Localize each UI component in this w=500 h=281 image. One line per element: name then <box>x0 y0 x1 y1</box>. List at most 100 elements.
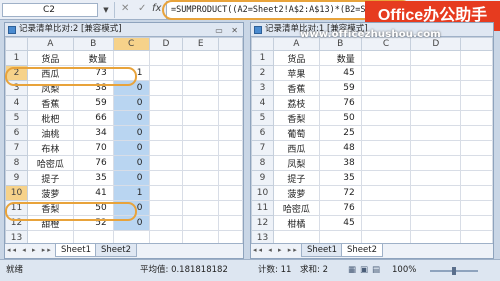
cell-c[interactable] <box>360 80 412 96</box>
cell-a[interactable]: 布林 <box>26 140 74 156</box>
cell-b[interactable]: 25 <box>318 125 362 141</box>
cell-a[interactable]: 货品 <box>26 50 74 66</box>
cell-e[interactable] <box>182 185 220 201</box>
col-header-a[interactable]: A <box>26 37 74 51</box>
cell-b[interactable]: 35 <box>318 170 362 186</box>
cell-b[interactable]: 35 <box>72 170 114 186</box>
cell-e[interactable] <box>460 110 493 126</box>
cell-a[interactable]: 苹果 <box>272 65 320 81</box>
cell-d[interactable] <box>148 170 184 186</box>
row-header[interactable]: 5 <box>5 110 28 126</box>
cell-e[interactable] <box>460 215 493 231</box>
cell-b[interactable]: 41 <box>72 185 114 201</box>
cell-f[interactable] <box>218 140 243 156</box>
window-controls[interactable]: ▭ ✕ <box>215 24 241 37</box>
cell-b[interactable]: 76 <box>318 200 362 216</box>
cell-a[interactable]: 香蕉 <box>26 95 74 111</box>
row-header[interactable]: 5 <box>251 110 274 126</box>
cell-a[interactable]: 油桃 <box>26 125 74 141</box>
cell-b[interactable]: 76 <box>72 155 114 171</box>
row-header[interactable]: 3 <box>251 80 274 96</box>
row-header[interactable]: 9 <box>251 170 274 186</box>
cell-c[interactable] <box>360 95 412 111</box>
tab-sheet1[interactable]: Sheet1 <box>301 244 343 257</box>
row-header[interactable]: 10 <box>5 185 28 201</box>
cell-b[interactable]: 数量 <box>72 50 114 66</box>
cell-c[interactable]: 0 <box>112 125 150 141</box>
cell-d[interactable] <box>410 80 462 96</box>
select-all-corner[interactable] <box>251 37 274 51</box>
cell-b[interactable]: 59 <box>318 80 362 96</box>
chevron-down-icon[interactable]: ▼ <box>100 3 112 17</box>
cell-a[interactable]: 菠萝 <box>26 185 74 201</box>
cell-c[interactable]: 0 <box>112 110 150 126</box>
cell-e[interactable] <box>460 125 493 141</box>
row-header[interactable]: 6 <box>251 125 274 141</box>
cell-e[interactable] <box>182 65 220 81</box>
cell-b[interactable]: 38 <box>318 155 362 171</box>
cell-e[interactable] <box>182 215 220 231</box>
check-icon[interactable]: ✓ <box>138 3 146 14</box>
cell-a[interactable]: 葡萄 <box>272 125 320 141</box>
cell-f[interactable] <box>218 125 243 141</box>
zoom-slider-thumb[interactable] <box>452 267 456 275</box>
cell-c[interactable] <box>360 200 412 216</box>
cell-b[interactable]: 数量 <box>318 50 362 66</box>
cell-d[interactable] <box>148 65 184 81</box>
cell-c[interactable] <box>360 170 412 186</box>
cell-d[interactable] <box>148 50 184 66</box>
cell-d[interactable] <box>410 50 462 66</box>
cell-b[interactable]: 48 <box>318 140 362 156</box>
cell-a[interactable]: 枇杷 <box>26 110 74 126</box>
cell-b[interactable]: 45 <box>318 215 362 231</box>
cell-d[interactable] <box>410 110 462 126</box>
cell-e[interactable] <box>182 110 220 126</box>
cell-c[interactable]: 0 <box>112 155 150 171</box>
cell-f[interactable] <box>218 95 243 111</box>
cell-a[interactable]: 凤梨 <box>272 155 320 171</box>
cell-b[interactable]: 34 <box>72 125 114 141</box>
cell-e[interactable] <box>460 155 493 171</box>
cell-e[interactable] <box>182 95 220 111</box>
row-header[interactable]: 4 <box>251 95 274 111</box>
cell-e[interactable] <box>460 200 493 216</box>
cell-d[interactable] <box>410 140 462 156</box>
tab-sheet2[interactable]: Sheet2 <box>95 244 137 257</box>
cell-d[interactable] <box>148 125 184 141</box>
cell-d[interactable] <box>410 215 462 231</box>
cell-d[interactable] <box>148 95 184 111</box>
cell-a[interactable]: 柑橘 <box>272 215 320 231</box>
cell-e[interactable] <box>182 155 220 171</box>
tab-navigation-icon[interactable]: ◂◂ ◂ ▸ ▸▸ <box>253 246 299 254</box>
cell-d[interactable] <box>410 125 462 141</box>
row-header[interactable]: 1 <box>251 50 274 66</box>
row-header[interactable]: 7 <box>5 140 28 156</box>
cell-c[interactable]: 0 <box>112 95 150 111</box>
cell-a[interactable]: 菠萝 <box>272 185 320 201</box>
cell-e[interactable] <box>460 170 493 186</box>
cell-f[interactable] <box>218 185 243 201</box>
cell-c[interactable] <box>360 110 412 126</box>
cell-b[interactable]: 45 <box>318 65 362 81</box>
cell-c[interactable] <box>360 185 412 201</box>
cell-a[interactable]: 提子 <box>26 170 74 186</box>
cell-a[interactable]: 提子 <box>272 170 320 186</box>
cell-e[interactable] <box>460 80 493 96</box>
cell-d[interactable] <box>148 155 184 171</box>
cell-b[interactable]: 76 <box>318 95 362 111</box>
col-header-b[interactable]: B <box>72 37 114 51</box>
cell-e[interactable] <box>182 170 220 186</box>
row-header[interactable]: 8 <box>5 155 28 171</box>
cell-e[interactable] <box>182 80 220 96</box>
cell-f[interactable] <box>218 215 243 231</box>
cell-c[interactable]: 1 <box>112 185 150 201</box>
cell-d[interactable] <box>410 185 462 201</box>
cell-f[interactable] <box>218 50 243 66</box>
cell-d[interactable] <box>410 95 462 111</box>
cell-e[interactable] <box>182 200 220 216</box>
cell-f[interactable] <box>218 155 243 171</box>
view-buttons-icon[interactable]: ▦▣▤ <box>348 260 384 281</box>
row-header[interactable]: 6 <box>5 125 28 141</box>
cell-e[interactable] <box>182 125 220 141</box>
row-header[interactable]: 9 <box>5 170 28 186</box>
